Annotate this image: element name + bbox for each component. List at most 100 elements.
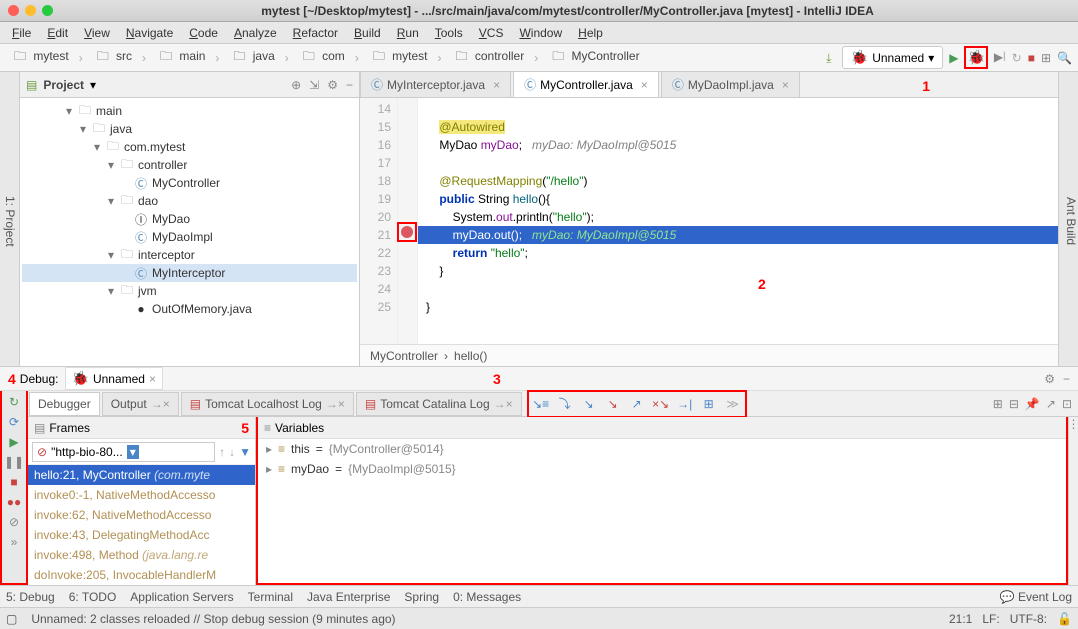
crumb-item[interactable]: 🗀 java [225,45,278,70]
tool-window-todo[interactable]: 6: TODO [69,590,117,604]
close-icon[interactable]: × [493,78,500,92]
project-tree[interactable]: ▾🗀main▾🗀java▾🗀com.mytest▾🗀controllerⒸMyC… [20,98,359,322]
tree-node[interactable]: ▾🗀java [22,120,357,138]
variables-list[interactable]: ▸ ≡ this = {MyController@5014}▸ ≡ myDao … [258,439,1066,583]
next-frame-icon[interactable]: ↓ [229,445,235,459]
tree-node[interactable]: ▾🗀main [22,102,357,120]
tool-window-spring[interactable]: Spring [404,590,439,604]
tool-tab-project[interactable]: 1: Project [1,192,19,251]
menu-file[interactable]: File [6,24,37,42]
evaluate-button[interactable]: ⊞ [699,394,719,414]
crumb-method[interactable]: hello() [454,349,487,363]
gear-icon[interactable]: ⚙ [327,78,338,92]
minimize-window-button[interactable] [25,5,36,16]
menu-run[interactable]: Run [391,24,425,42]
gear-icon[interactable]: ⚙ [1044,372,1055,386]
tool-tab-antbuild[interactable]: Ant Build [1064,197,1078,245]
line-separator[interactable]: LF: [982,612,999,626]
frame-row[interactable]: invoke:62, NativeMethodAccesso [28,505,255,525]
rerun-button[interactable]: ↻ [1012,51,1022,65]
trace-button[interactable]: ≫ [723,394,743,414]
debug-tab-debugger[interactable]: Debugger [29,392,100,416]
encoding[interactable]: UTF-8: [1010,612,1047,626]
tree-node[interactable]: ⒾMyDao [22,210,357,228]
search-icon[interactable]: 🔍 [1057,51,1072,65]
tree-node[interactable]: ⒸMyController [22,174,357,192]
frame-row[interactable]: hello:21, MyController (com.myte [28,465,255,485]
editor-tab[interactable]: ⒸMyController.java× [513,71,659,97]
tool-window-debug[interactable]: 5: Debug [6,590,55,604]
variable-row[interactable]: ▸ ≡ myDao = {MyDaoImpl@5015} [258,459,1066,479]
tool-window-javaenterprise[interactable]: Java Enterprise [307,590,390,604]
filter-icon[interactable]: ▼ [239,445,251,459]
tree-node[interactable]: ⒸMyDaoImpl [22,228,357,246]
close-icon[interactable]: × [782,78,789,92]
menu-analyze[interactable]: Analyze [228,24,283,42]
crumb-item[interactable]: 🗀 src [89,45,136,70]
watches-collapsed[interactable]: ⋮ [1068,417,1078,585]
frame-row[interactable]: invoke:498, Method (java.lang.re [28,545,255,565]
layout-icon[interactable]: ⊞ [993,397,1003,411]
frame-row[interactable]: invoke:43, DelegatingMethodAcc [28,525,255,545]
resume-icon[interactable]: ▶ [9,435,18,449]
crumb-item[interactable]: 🗀 controller [448,45,529,70]
frame-row[interactable]: doInvoke:205, InvocableHandlerM [28,565,255,585]
step-over-button[interactable]: ⤵ [555,394,575,414]
show-execution-point-button[interactable]: ↘≡ [531,394,551,414]
close-icon[interactable]: × [149,372,156,386]
thread-selector[interactable]: ⊘ "http-bio-80... ▾ [32,442,215,462]
scroll-from-source-icon[interactable]: ⊕ [291,78,301,92]
stop-button[interactable]: ■ [1028,51,1035,65]
pause-icon[interactable]: ❚❚ [4,455,24,469]
tree-node[interactable]: ▾🗀com.mytest [22,138,357,156]
menu-vcs[interactable]: VCS [473,24,510,42]
frame-row[interactable]: invoke0:-1, NativeMethodAccesso [28,485,255,505]
menu-tools[interactable]: Tools [429,24,469,42]
close-window-button[interactable] [8,5,19,16]
drop-frame-button[interactable]: ×↘ [651,394,671,414]
crumb-item[interactable]: 🗀 main [152,45,209,70]
menu-help[interactable]: Help [572,24,609,42]
tree-node[interactable]: ⒸMyInterceptor [22,264,357,282]
run-config-selector[interactable]: 🐞 Unnamed ▾ [842,46,944,69]
caret-position[interactable]: 21:1 [949,612,972,626]
breakpoint-icon[interactable] [401,226,413,238]
line-numbers[interactable]: 141516171819202122232425 [360,98,398,344]
run-to-cursor-button[interactable]: →| [675,394,695,414]
menu-edit[interactable]: Edit [41,24,74,42]
settings-icon[interactable]: ⊡ [1062,397,1072,411]
debug-button[interactable]: 🐞 [964,46,987,69]
tree-node[interactable]: ▾🗀dao [22,192,357,210]
update-icon[interactable]: ⟳ [9,415,19,429]
more-icon[interactable]: » [11,535,18,549]
step-out-button[interactable]: ↗ [627,394,647,414]
crumb-item[interactable]: 🗀 mytest [6,45,73,70]
dropdown-icon[interactable]: ▾ [90,78,96,92]
menu-navigate[interactable]: Navigate [120,24,179,42]
tool-window-messages[interactable]: 0: Messages [453,590,521,604]
build-icon[interactable]: ⤓ [822,51,836,65]
force-step-into-button[interactable]: ↘ [603,394,623,414]
menu-code[interactable]: Code [183,24,224,42]
gutter[interactable] [398,98,418,344]
hide-icon[interactable]: − [1063,372,1070,386]
variable-row[interactable]: ▸ ≡ this = {MyController@5014} [258,439,1066,459]
frames-list[interactable]: hello:21, MyController (com.myteinvoke0:… [28,465,255,585]
close-icon[interactable]: × [641,78,648,92]
editor-tab[interactable]: ⒸMyDaoImpl.java× [661,71,800,97]
collapse-icon[interactable]: ⇲ [309,78,319,92]
editor-tab[interactable]: ⒸMyInterceptor.java× [360,71,511,97]
tool-window-applicationservers[interactable]: Application Servers [130,590,233,604]
debug-tab-output[interactable]: Output →× [102,392,179,416]
lock-icon[interactable]: 🔓 [1057,612,1072,626]
maximize-window-button[interactable] [42,5,53,16]
tree-node[interactable]: ●OutOfMemory.java [22,300,357,318]
crumb-item[interactable]: 🗀 mytest [365,45,432,70]
crumb-item[interactable]: 🗀 com [295,45,349,70]
run-button[interactable]: ▶ [949,51,958,65]
tree-node[interactable]: ▾🗀jvm [22,282,357,300]
crumb-item[interactable]: 🗀 MyController [544,45,643,70]
tool-window-terminal[interactable]: Terminal [248,590,293,604]
crumb-class[interactable]: MyController [370,349,438,363]
mute-bp-icon[interactable]: ⊘ [9,515,19,529]
